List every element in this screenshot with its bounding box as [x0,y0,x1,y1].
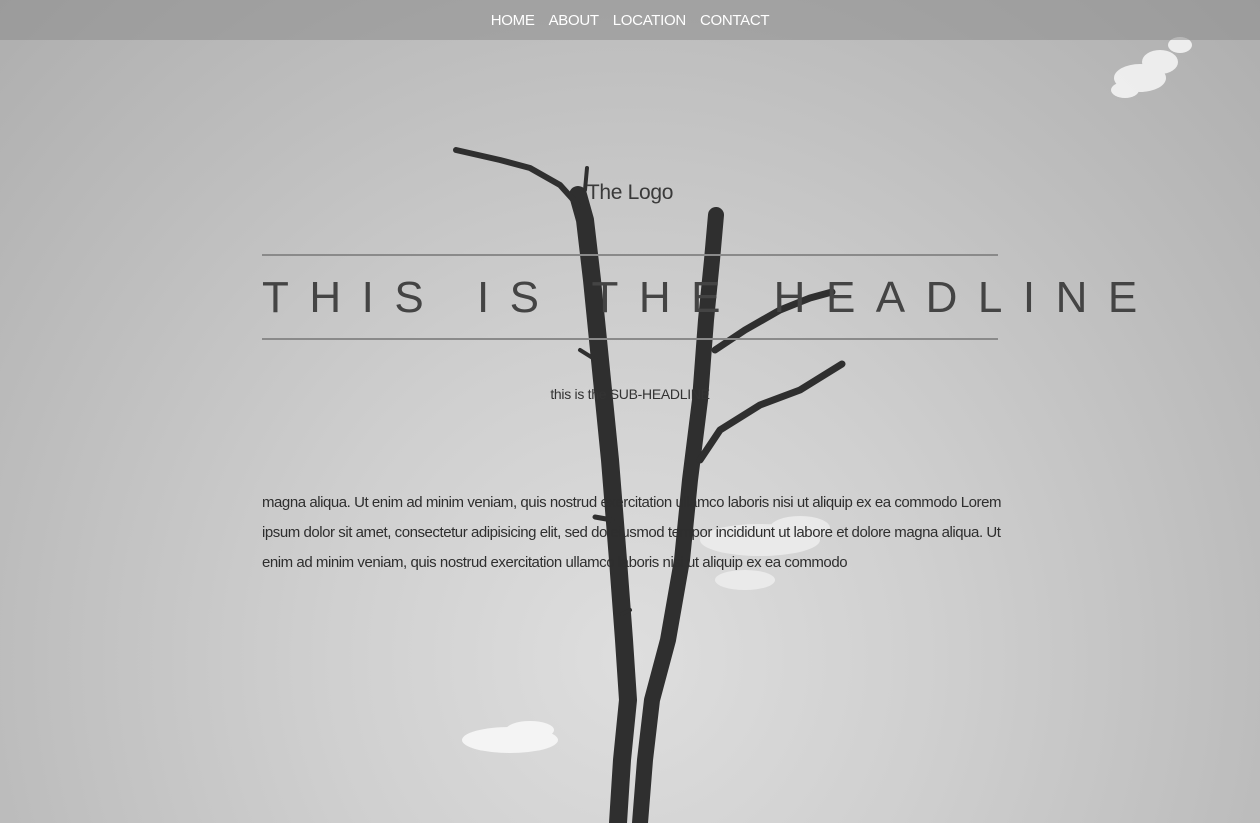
body-paragraph: magna aliqua. Ut enim ad minim veniam, q… [262,494,1002,571]
headline-block: THIS IS THE HEADLINE [262,254,1137,340]
nav-location-link[interactable]: LOCATION [613,12,686,29]
page-subheadline: this is the SUB-HEADLINE [550,386,710,402]
nav-home-link[interactable]: HOME [491,12,535,29]
site-logo[interactable]: The Logo [0,181,1260,205]
page-headline: THIS IS THE HEADLINE [262,273,1158,322]
cloud-shape [1111,37,1192,98]
tree-silhouette [453,147,846,823]
top-navigation: HOME ABOUT LOCATION CONTACT [0,0,1260,40]
nav-about-link[interactable]: ABOUT [549,12,599,29]
cloud-shape [462,721,558,753]
nav-contact-link[interactable]: CONTACT [700,12,770,29]
background-image [453,37,1192,823]
